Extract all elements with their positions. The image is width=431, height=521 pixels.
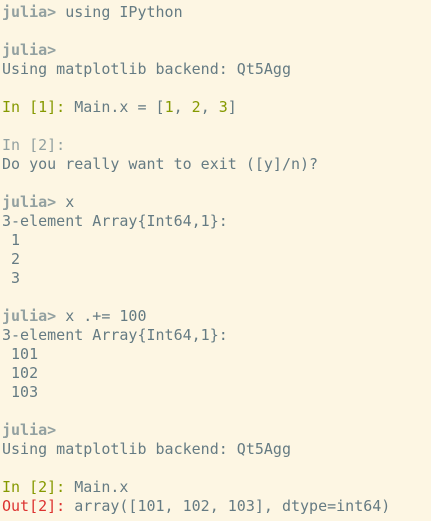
terminal-line: julia> [2, 421, 431, 440]
output-line: 3 [2, 269, 21, 287]
julia-prompt: julia> [2, 3, 57, 21]
output-line: Using matplotlib backend: Qt5Agg [2, 60, 291, 78]
code-text: , [200, 98, 219, 116]
output-line: 101 [2, 345, 39, 363]
command-text: using IPython [56, 3, 183, 21]
terminal-line: julia> x [2, 193, 431, 212]
ipython-input-line: In [2]: Main.x [2, 478, 431, 497]
command-text: x [56, 193, 75, 211]
out-prompt-number: 2 [38, 497, 48, 515]
in-prompt-label: In [ [2, 478, 39, 496]
terminal-window[interactable]: julia> using IPython julia> Using matplo… [0, 0, 431, 521]
output-line: Using matplotlib backend: Qt5Agg [2, 440, 291, 458]
out-prompt-label: Out[ [2, 497, 39, 515]
output-line: 1 [2, 231, 21, 249]
output-line: 102 [2, 364, 39, 382]
ipython-output-line: Out[2]: array([101, 102, 103], dtype=int… [2, 497, 431, 516]
number-literal: 2 [191, 98, 201, 116]
code-text: , [173, 98, 192, 116]
julia-prompt: julia> [2, 307, 57, 325]
out-prompt-close: ]: [47, 497, 75, 515]
in-prompt-close: ]: [47, 98, 75, 116]
in-prompt-number: 1 [38, 98, 48, 116]
output-line: 2 [2, 250, 21, 268]
output-line: Do you really want to exit ([y]/n)? [2, 155, 319, 173]
code-text: ] [227, 98, 237, 116]
julia-prompt: julia> [2, 41, 57, 59]
julia-prompt: julia> [2, 193, 57, 211]
output-line: 3-element Array{Int64,1}: [2, 212, 228, 230]
terminal-line: julia> [2, 41, 431, 60]
code-text: Main.x [74, 478, 129, 496]
julia-prompt: julia> [2, 421, 57, 439]
terminal-line: julia> x .+= 100 [2, 307, 431, 326]
command-text: x .+= 100 [56, 307, 147, 325]
ipython-input-line: In [2]: [2, 136, 66, 154]
code-text: Main.x = [ [74, 98, 165, 116]
ipython-input-line: In [1]: Main.x = [1, 2, 3] [2, 98, 431, 117]
number-literal: 3 [218, 98, 228, 116]
output-line: 103 [2, 383, 39, 401]
terminal-line: julia> using IPython [2, 3, 431, 22]
in-prompt-number: 2 [38, 478, 48, 496]
number-literal: 1 [164, 98, 174, 116]
in-prompt-close: ]: [47, 478, 75, 496]
output-line: 3-element Array{Int64,1}: [2, 326, 228, 344]
in-prompt-label: In [ [2, 98, 39, 116]
output-text: array([101, 102, 103], dtype=int64) [74, 497, 391, 515]
